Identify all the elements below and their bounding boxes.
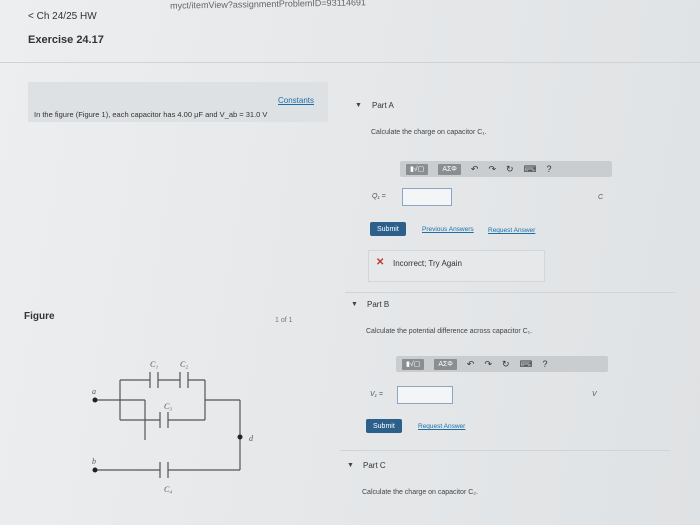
label-c3: C₃	[164, 402, 172, 411]
label-b: b	[92, 457, 96, 466]
greek-symbols-button[interactable]: ΑΣΦ	[434, 358, 457, 370]
part-b-answer-label: V₁ =	[370, 391, 383, 398]
matrix-button[interactable]: ▮√▢	[402, 358, 425, 370]
part-b-unit: V	[592, 391, 597, 398]
undo-icon[interactable]: ↶	[471, 164, 479, 175]
label-c2: C₂	[180, 360, 188, 369]
part-a-math-toolbar: ▮√▢ ΑΣΦ ↶ ↷ ↻ ⌨ ?	[400, 161, 612, 177]
terminal-a	[92, 397, 98, 403]
label-c1: C₁	[150, 360, 158, 369]
part-a-answer-input[interactable]	[402, 188, 452, 206]
part-b-prompt: Calculate the potential difference acros…	[366, 328, 533, 335]
part-b-math-toolbar: ▮√▢ ΑΣΦ ↶ ↷ ↻ ⌨ ?	[396, 356, 608, 372]
part-a-answer-label: Q₁ =	[372, 193, 386, 200]
previous-answers-link[interactable]: Previous Answers	[422, 226, 474, 233]
collapse-part-a-icon[interactable]: ▼	[355, 102, 362, 109]
circuit-diagram: C₁ C₂ C₃ C₄ a b d	[92, 360, 254, 494]
greek-symbols-button[interactable]: ΑΣΦ	[438, 163, 461, 175]
matrix-button[interactable]: ▮√▢	[406, 163, 429, 175]
help-icon[interactable]: ?	[547, 164, 552, 174]
feedback-text: Incorrect; Try Again	[393, 259, 462, 268]
reset-icon[interactable]: ↻	[506, 164, 514, 175]
collapse-part-b-icon[interactable]: ▼	[351, 301, 358, 308]
part-b-request-answer-link[interactable]: Request Answer	[418, 423, 465, 430]
help-icon[interactable]: ?	[543, 359, 548, 369]
part-a-title[interactable]: Part A	[372, 101, 394, 110]
terminal-b	[92, 467, 98, 473]
label-c4: C₄	[164, 485, 172, 494]
redo-icon[interactable]: ↷	[488, 164, 496, 175]
terminal-d	[237, 434, 243, 440]
redo-icon[interactable]: ↷	[484, 359, 492, 370]
part-a-submit-button[interactable]: Submit	[370, 222, 406, 236]
part-divider-bc	[340, 450, 670, 451]
part-divider-ab	[345, 292, 675, 293]
label-d: d	[249, 434, 254, 443]
undo-icon[interactable]: ↶	[467, 359, 475, 370]
browser-screen: myct/itemView?assignmentProblemID=931146…	[0, 0, 700, 525]
part-a-request-answer-link[interactable]: Request Answer	[488, 227, 535, 234]
incorrect-x-icon: ✕	[376, 257, 385, 268]
reset-icon[interactable]: ↻	[502, 359, 510, 370]
label-a: a	[92, 387, 96, 396]
part-b-submit-button[interactable]: Submit	[366, 419, 402, 433]
part-b-title[interactable]: Part B	[367, 300, 389, 309]
keyboard-icon[interactable]: ⌨	[524, 164, 537, 175]
part-c-title[interactable]: Part C	[363, 461, 386, 470]
part-c-prompt: Calculate the charge on capacitor C₂.	[362, 489, 478, 496]
part-a-prompt: Calculate the charge on capacitor C₁.	[371, 129, 487, 136]
part-b-answer-input[interactable]	[397, 386, 453, 404]
collapse-part-c-icon[interactable]: ▼	[347, 462, 354, 469]
part-a-unit: C	[598, 194, 604, 201]
keyboard-icon[interactable]: ⌨	[520, 359, 533, 370]
